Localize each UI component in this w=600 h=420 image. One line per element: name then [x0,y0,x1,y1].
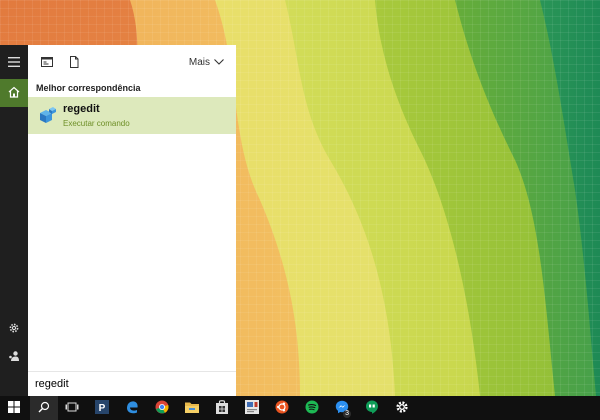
filter-toolbar: Mais [28,45,236,79]
task-view-button[interactable] [58,396,86,420]
start-left-rail [0,45,28,396]
more-filters-button[interactable]: Mais [189,55,224,69]
hamburger-menu-button[interactable] [0,49,28,77]
task-view-icon [65,401,79,416]
spotify-icon [305,400,319,417]
taskbar-messenger[interactable]: 3 [328,396,356,420]
pandora-icon: P [95,399,109,417]
home-icon [8,86,20,101]
taskbar-hangouts[interactable] [358,396,386,420]
taskbar-chrome[interactable] [148,396,176,420]
hamburger-menu-icon [8,56,20,70]
settings-icon [395,400,409,417]
best-match-result[interactable]: regedit Executar comando [28,97,236,134]
store-icon [216,399,228,417]
taskbar-edge[interactable] [118,396,146,420]
taskbar-ubuntu[interactable] [268,396,296,420]
notification-badge: 3 [343,410,351,418]
search-results-pane: Mais Melhor correspondência regedit Exec… [28,45,236,396]
edge-icon [125,400,139,417]
taskbar-pandora[interactable]: P [88,396,116,420]
best-match-heading: Melhor correspondência [36,83,141,93]
settings-button[interactable] [0,315,28,343]
feedback-button[interactable] [0,343,28,371]
app-icon [245,399,259,417]
result-subtitle: Executar comando [63,119,130,128]
ubuntu-icon [275,400,289,417]
svg-text:P: P [99,403,106,414]
apps-icon[interactable] [40,55,54,69]
registry-editor-icon [37,106,57,126]
search-box [28,371,236,396]
taskbar-store[interactable] [208,396,236,420]
feedback-icon [8,350,20,365]
taskbar: P 3 [0,396,600,420]
taskbar-spotify[interactable] [298,396,326,420]
hangouts-icon [365,400,379,417]
documents-icon[interactable] [67,55,81,69]
chrome-icon [155,400,169,417]
taskbar-file-explorer[interactable] [178,396,206,420]
search-button[interactable] [30,396,58,420]
taskbar-app[interactable] [238,396,266,420]
gear-icon [8,322,20,337]
file-explorer-icon [185,401,199,416]
result-title: regedit [63,103,100,115]
start-button[interactable] [0,396,28,420]
taskbar-settings[interactable] [388,396,416,420]
chevron-down-icon [214,57,224,68]
search-icon [38,401,50,416]
home-button[interactable] [0,79,28,107]
search-input[interactable] [35,376,225,391]
more-label: Mais [188,56,210,68]
windows-start-icon [8,400,20,416]
